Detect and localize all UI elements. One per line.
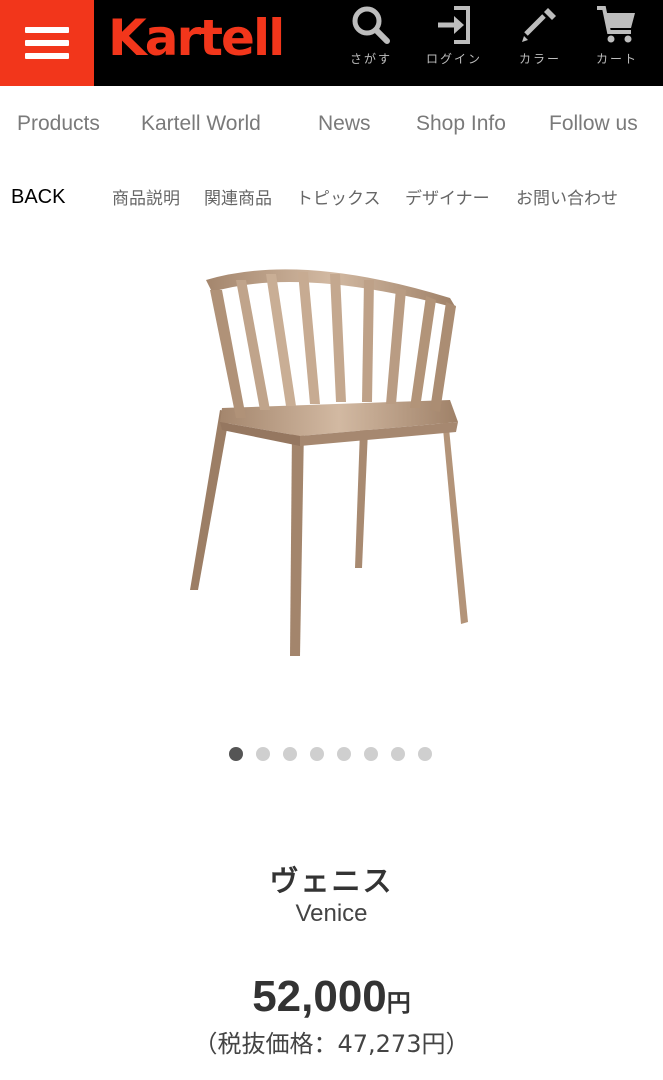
- carousel-dot[interactable]: [391, 747, 405, 761]
- chair-image: [190, 269, 468, 656]
- carousel-dot[interactable]: [283, 747, 297, 761]
- hamburger-menu-button[interactable]: [0, 0, 94, 86]
- product-price: 52,000円: [0, 972, 663, 1022]
- cart-icon: [597, 6, 635, 43]
- login-icon: [438, 6, 470, 44]
- menu-bar: [25, 27, 69, 33]
- product-name-en: Venice: [295, 900, 368, 927]
- color-dropper-icon: [522, 8, 556, 42]
- color-button[interactable]: カラー: [500, 0, 580, 86]
- product-name-jp: ヴェニス: [269, 864, 394, 898]
- nav-news[interactable]: News: [318, 112, 371, 136]
- carousel-dot[interactable]: [364, 747, 378, 761]
- carousel-dot[interactable]: [337, 747, 351, 761]
- cart-label: カート: [595, 52, 638, 66]
- menu-bar: [25, 53, 69, 59]
- color-label: カラー: [518, 52, 561, 66]
- subnav-topics[interactable]: トピックス: [296, 184, 381, 209]
- search-icon: [352, 6, 390, 44]
- subnav-designer[interactable]: デザイナー: [405, 184, 490, 209]
- subnav-contact[interactable]: お問い合わせ: [516, 184, 618, 209]
- subnav-related[interactable]: 関連商品: [204, 184, 272, 209]
- carousel-dot[interactable]: [229, 747, 243, 761]
- carousel-dot[interactable]: [418, 747, 432, 761]
- menu-bar: [25, 40, 69, 46]
- nav-products[interactable]: Products: [17, 112, 100, 136]
- price-amount: 52,000: [252, 972, 387, 1021]
- kartell-logo[interactable]: Kartell: [108, 8, 285, 68]
- login-label: ログイン: [425, 52, 482, 66]
- subnav-description[interactable]: 商品説明: [112, 184, 180, 209]
- nav-kartell-world[interactable]: Kartell World: [141, 112, 261, 136]
- carousel-dot[interactable]: [256, 747, 270, 761]
- price-currency: 円: [386, 989, 411, 1017]
- nav-shop-info[interactable]: Shop Info: [416, 112, 506, 136]
- search-label: さがす: [349, 52, 392, 66]
- product-image[interactable]: [150, 250, 510, 680]
- login-button[interactable]: ログイン: [414, 0, 494, 86]
- back-link[interactable]: BACK: [11, 186, 65, 209]
- product-sub-nav: BACK 商品説明 関連商品 トピックス デザイナー お問い合わせ: [0, 176, 663, 220]
- carousel-dots: [229, 747, 432, 761]
- price-before-tax: （税抜価格：47,273円）: [193, 1030, 470, 1058]
- nav-follow-us[interactable]: Follow us: [549, 112, 638, 136]
- carousel-dot[interactable]: [310, 747, 324, 761]
- main-nav: Products Kartell World News Shop Info Fo…: [0, 100, 663, 156]
- cart-button[interactable]: カート: [577, 0, 657, 86]
- search-button[interactable]: さがす: [331, 0, 411, 86]
- site-header: Kartell さがす ログイン カラー カート: [0, 0, 663, 86]
